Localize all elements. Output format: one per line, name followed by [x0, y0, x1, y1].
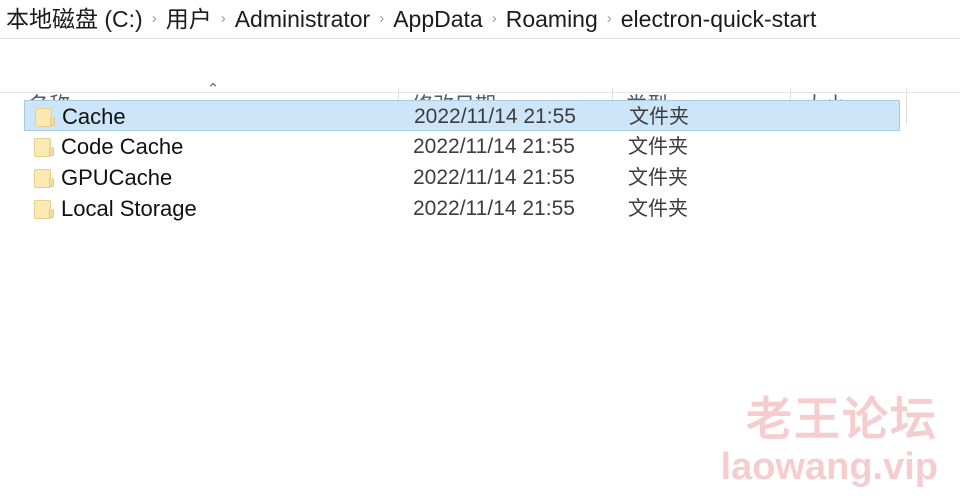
file-list: Cache 2022/11/14 21:55 文件夹 Code Cache 20…: [0, 94, 960, 503]
file-name: Cache: [62, 104, 126, 129]
folder-icon: [35, 106, 56, 127]
breadcrumb-item-users[interactable]: 用户: [166, 7, 212, 31]
file-date-modified: 2022/11/14 21:55: [413, 166, 575, 189]
breadcrumb-item-roaming[interactable]: Roaming: [506, 7, 598, 31]
breadcrumb-item-drive[interactable]: 本地磁盘 (C:): [6, 7, 143, 31]
breadcrumb-separator-icon: ›: [606, 9, 612, 27]
file-name: GPUCache: [61, 165, 173, 190]
breadcrumb[interactable]: 本地磁盘 (C:) › 用户 › Administrator › AppData…: [0, 0, 960, 39]
file-date-modified: 2022/11/14 21:55: [413, 197, 575, 220]
file-type: 文件夹: [628, 198, 688, 220]
folder-icon: [34, 167, 55, 188]
breadcrumb-separator-icon: ›: [379, 9, 385, 27]
file-date-modified: 2022/11/14 21:55: [414, 105, 576, 128]
file-type: 文件夹: [629, 106, 689, 128]
folder-icon: [34, 198, 55, 219]
table-row[interactable]: Code Cache 2022/11/14 21:55 文件夹: [24, 131, 900, 162]
table-row[interactable]: GPUCache 2022/11/14 21:55 文件夹: [24, 162, 900, 193]
file-type: 文件夹: [628, 167, 688, 189]
breadcrumb-item-appdata[interactable]: AppData: [393, 7, 483, 31]
breadcrumb-item-electron-quick-start[interactable]: electron-quick-start: [621, 7, 817, 31]
folder-icon: [34, 136, 55, 157]
table-row[interactable]: Cache 2022/11/14 21:55 文件夹: [24, 100, 900, 131]
breadcrumb-separator-icon: ›: [491, 9, 497, 27]
file-date-modified: 2022/11/14 21:55: [413, 135, 575, 158]
file-type: 文件夹: [628, 136, 688, 158]
breadcrumb-separator-icon: ›: [220, 9, 226, 27]
breadcrumb-separator-icon: ›: [151, 9, 157, 27]
column-header-row: ⌃ 名称 修改日期 类型 大小: [0, 40, 960, 126]
file-name: Local Storage: [61, 196, 197, 221]
file-name: Code Cache: [61, 134, 184, 159]
breadcrumb-item-administrator[interactable]: Administrator: [235, 7, 370, 31]
table-row[interactable]: Local Storage 2022/11/14 21:55 文件夹: [24, 193, 900, 224]
